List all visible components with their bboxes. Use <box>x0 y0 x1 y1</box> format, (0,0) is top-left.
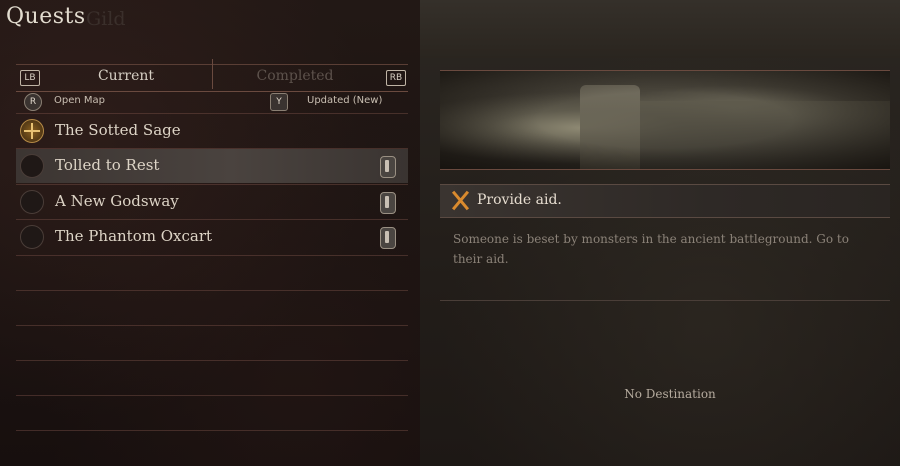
destination-label: No Destination <box>624 387 716 401</box>
image-vignette <box>440 71 890 169</box>
tab-completed[interactable]: Completed <box>216 68 374 84</box>
quest-tabs: LB Current Completed RB <box>16 59 408 92</box>
lb-button-icon[interactable]: LB <box>20 70 40 86</box>
list-divider <box>16 360 408 361</box>
crossed-swords-icon <box>450 190 470 210</box>
quest-row[interactable]: A New Godsway <box>16 185 408 219</box>
quest-name: The Phantom Oxcart <box>55 227 213 245</box>
sort-button-icon[interactable]: Y <box>270 93 288 111</box>
quest-name: Tolled to Rest <box>55 156 160 174</box>
quest-marker-icon <box>380 192 396 214</box>
quest-name: A New Godsway <box>55 192 179 210</box>
detail-top-strip <box>420 0 900 58</box>
list-divider <box>16 290 408 291</box>
rb-button-icon[interactable]: RB <box>386 70 406 86</box>
open-map-button-icon[interactable]: R <box>24 93 42 111</box>
quest-marker-icon <box>380 156 396 178</box>
list-divider <box>16 255 408 256</box>
quest-name: The Sotted Sage <box>55 121 181 139</box>
quest-description: Someone is beset by monsters in the anci… <box>453 232 849 266</box>
screen-title: Quests <box>6 4 86 29</box>
tab-divider <box>212 59 213 89</box>
open-map-label[interactable]: Open Map <box>54 95 105 106</box>
ruined-castle-image <box>440 70 890 170</box>
description-divider <box>440 300 890 301</box>
quest-row[interactable]: The Sotted Sage <box>16 114 408 148</box>
quest-icon <box>20 225 44 249</box>
quest-icon <box>20 154 44 178</box>
quest-row[interactable]: The Phantom Oxcart <box>16 220 408 254</box>
faded-tab-title: Gild <box>86 8 126 30</box>
active-quest-icon <box>20 119 44 143</box>
quest-row-selected[interactable]: Tolled to Rest <box>16 149 408 183</box>
quest-marker-icon <box>380 227 396 249</box>
quest-objective: Provide aid. <box>440 184 890 218</box>
quest-icon <box>20 190 44 214</box>
list-controls: R Open Map Y Updated (New) <box>16 92 408 112</box>
list-divider <box>16 395 408 396</box>
sort-order-label[interactable]: Updated (New) <box>307 95 382 106</box>
tab-current[interactable]: Current <box>46 68 206 84</box>
objective-text: Provide aid. <box>477 192 562 208</box>
list-divider <box>16 325 408 326</box>
list-divider <box>16 430 408 431</box>
